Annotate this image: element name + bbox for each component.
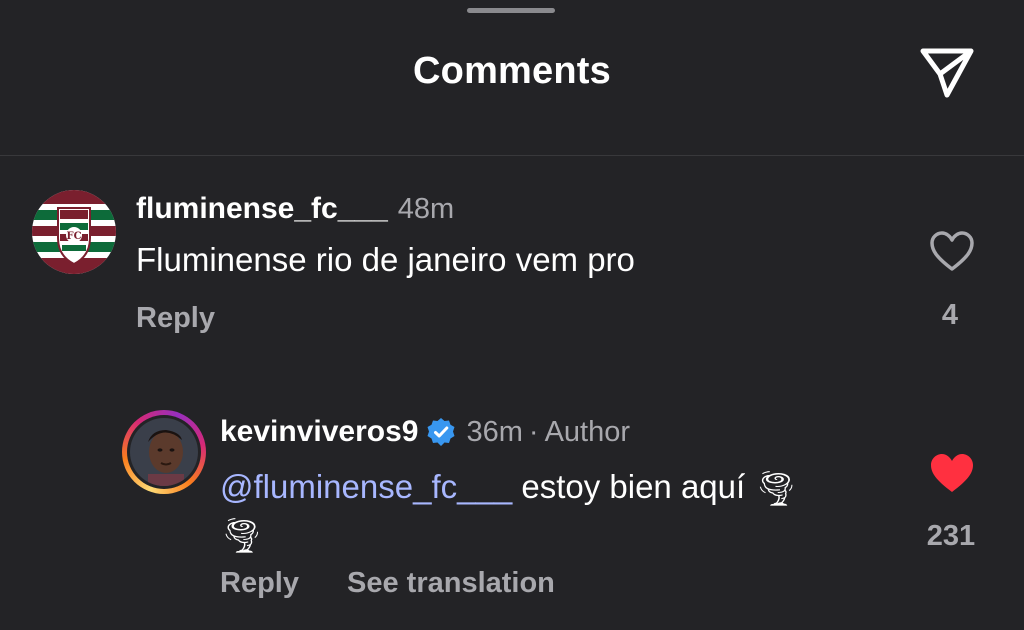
heart-outline-icon [930, 231, 974, 271]
comment-username[interactable]: fluminense_fc___ [136, 192, 388, 225]
avatar-story-ring[interactable] [122, 410, 206, 494]
comment-text: @fluminense_fc___ estoy bien aquí 🌪 🌪 [220, 465, 900, 558]
like-count: 4 [941, 299, 959, 331]
reply-button[interactable]: Reply [136, 302, 215, 335]
sheet-grabber[interactable] [467, 8, 555, 13]
comment-body: estoy bien aquí [521, 468, 746, 505]
tornado-emoji-icon: 🌪 [754, 470, 798, 509]
comment-timestamp: 36m [466, 415, 523, 448]
heart-filled-icon [931, 454, 973, 492]
fluminense-crest-icon: FC [32, 190, 116, 274]
like-button[interactable] [928, 228, 976, 276]
page-title: Comments [413, 50, 611, 92]
header-divider [0, 155, 1024, 156]
author-label: Author [544, 415, 631, 448]
avatar-ring-gap [127, 415, 201, 489]
tornado-emoji-icon: 🌪 [220, 516, 264, 555]
like-button[interactable] [928, 450, 976, 498]
comment-username[interactable]: kevinviveros9 [220, 415, 418, 449]
mention-link[interactable]: @fluminense_fc___ [220, 468, 512, 505]
reply-button[interactable]: Reply [220, 567, 299, 600]
profile-photo [130, 418, 198, 486]
comments-sheet: Comments FC fluminense_fc___ 48m Flumine… [0, 0, 1024, 630]
like-count: 231 [926, 520, 976, 552]
comment-text: Fluminense rio de janeiro vem pro [136, 241, 635, 278]
share-button[interactable] [914, 40, 980, 106]
verified-badge-icon [427, 418, 455, 446]
see-translation-button[interactable]: See translation [347, 567, 555, 600]
avatar [130, 418, 198, 486]
svg-text:FC: FC [66, 231, 81, 242]
comment-timestamp: 48m [397, 193, 455, 225]
avatar[interactable]: FC [32, 190, 116, 274]
meta-separator: · [528, 415, 539, 448]
paper-plane-icon [920, 48, 974, 98]
